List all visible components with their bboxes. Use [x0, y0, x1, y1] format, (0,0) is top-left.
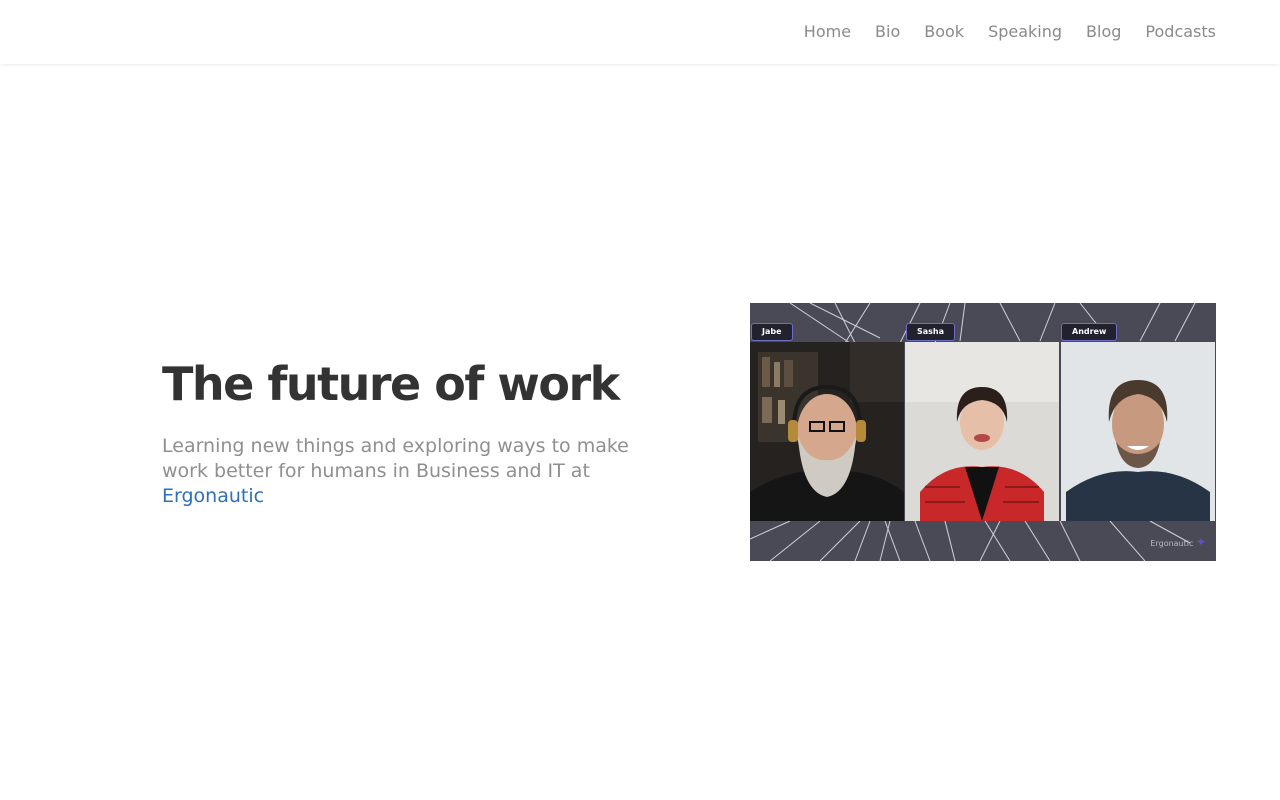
nav-link-book[interactable]: Book — [924, 20, 964, 44]
participant-tag-3: Andrew — [1061, 323, 1118, 341]
participant-video-1 — [750, 342, 904, 521]
page-title: The future of work — [162, 357, 620, 411]
hero-section: The future of work Learning new things a… — [162, 354, 642, 509]
participant-video-2 — [905, 342, 1059, 521]
participant-tag-1: Jabe — [751, 323, 793, 341]
ergonautic-logo-icon: ✦ — [1195, 535, 1206, 549]
watermark-text: Ergonautic — [1150, 539, 1194, 548]
ergonautic-link[interactable]: Ergonautic — [162, 485, 264, 507]
nav-link-home[interactable]: Home — [804, 20, 851, 44]
hero-subtitle-text: Learning new things and exploring ways t… — [162, 435, 629, 482]
main-nav: Home Bio Book Speaking Blog Podcasts — [804, 20, 1216, 44]
hero-subtitle: Learning new things and exploring ways t… — [162, 434, 642, 509]
participant-video-3 — [1061, 342, 1215, 521]
top-navigation-bar: Home Bio Book Speaking Blog Podcasts — [0, 0, 1280, 64]
nav-link-podcasts[interactable]: Podcasts — [1145, 20, 1216, 44]
participant-tag-2: Sasha — [906, 323, 956, 341]
nav-link-speaking[interactable]: Speaking — [988, 20, 1062, 44]
nav-link-blog[interactable]: Blog — [1086, 20, 1121, 44]
nav-link-bio[interactable]: Bio — [875, 20, 900, 44]
video-call-image: Jabe Sasha Andrew Ergonautic ✦ — [750, 303, 1216, 561]
ergonautic-watermark: Ergonautic ✦ — [1150, 535, 1206, 549]
